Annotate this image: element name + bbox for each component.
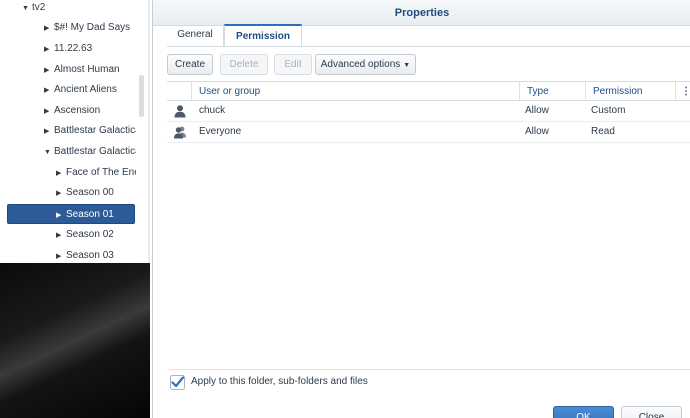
tree-item-label: $#! My Dad Says bbox=[54, 22, 131, 33]
expand-caret-icon[interactable]: ▶ bbox=[56, 184, 66, 203]
expand-caret-icon[interactable]: ▶ bbox=[44, 102, 54, 121]
cell-user: Everyone bbox=[199, 126, 242, 137]
tab-permission[interactable]: Permission bbox=[224, 24, 302, 47]
tree-item-label: Season 03 bbox=[66, 250, 114, 261]
tree-item-label: Face of The Ener bbox=[66, 167, 144, 178]
close-button[interactable]: Close bbox=[621, 406, 682, 418]
ok-button[interactable]: OK bbox=[553, 406, 614, 418]
column-header-user-or-group[interactable]: User or group bbox=[191, 82, 521, 101]
tree-item-ancient-aliens[interactable]: ▶ Ancient Aliens bbox=[44, 80, 117, 100]
edit-button[interactable]: Edit bbox=[274, 54, 312, 75]
expand-caret-icon[interactable]: ▶ bbox=[56, 164, 66, 183]
tree-item-label: Battlestar Galactica ( bbox=[54, 146, 147, 157]
group-icon bbox=[174, 126, 186, 139]
tree-item-ascension[interactable]: ▶ Ascension bbox=[44, 101, 100, 121]
collapse-caret-icon[interactable]: ▼ bbox=[44, 143, 54, 162]
tree-item-battlestar-galactica[interactable]: ▶ Battlestar Galactica bbox=[44, 121, 141, 141]
tree-item-face-of-the-enemy[interactable]: ▶ Face of The Ener bbox=[56, 163, 143, 183]
expand-caret-icon[interactable]: ▶ bbox=[44, 122, 54, 141]
tree-scrollbar-track[interactable] bbox=[136, 0, 148, 263]
expand-caret-icon[interactable]: ▶ bbox=[44, 61, 54, 80]
table-row[interactable]: Everyone Allow Read bbox=[167, 122, 690, 143]
tree-item-label: Ascension bbox=[54, 105, 101, 116]
table-row[interactable]: chuck Allow Custom bbox=[167, 101, 690, 122]
tree-item-label: Season 00 bbox=[66, 187, 114, 198]
desktop-background bbox=[0, 263, 150, 418]
create-button[interactable]: Create bbox=[167, 54, 213, 75]
column-header-permission[interactable]: Permission bbox=[585, 82, 675, 101]
tab-general[interactable]: General bbox=[167, 24, 224, 47]
tab-divider bbox=[167, 46, 690, 47]
dialog-title: Properties bbox=[153, 0, 690, 26]
expand-caret-icon[interactable]: ▶ bbox=[44, 81, 54, 100]
advanced-options-label: Advanced options bbox=[320, 59, 401, 70]
cell-permission: Read bbox=[591, 126, 615, 137]
tree-item-season-01[interactable]: ▶ Season 01 bbox=[7, 204, 135, 224]
apply-option: Apply to this folder, sub-folders and fi… bbox=[167, 369, 690, 395]
panel-divider bbox=[148, 0, 150, 263]
tree-item-battlestar-galactica-2[interactable]: ▼ Battlestar Galactica ( bbox=[44, 142, 147, 162]
collapse-caret-icon[interactable]: ▼ bbox=[22, 0, 32, 18]
tree-item-label: 11.22.63 bbox=[54, 43, 93, 54]
tree-item-label: Season 01 bbox=[66, 209, 114, 220]
tree-item-season-00[interactable]: ▶ Season 00 bbox=[56, 183, 114, 203]
column-header-type[interactable]: Type bbox=[519, 82, 585, 101]
tree-item-season-02[interactable]: ▶ Season 02 bbox=[56, 225, 114, 245]
tree-item-my-dad-says[interactable]: ▶ $#! My Dad Says bbox=[44, 18, 130, 38]
advanced-options-button[interactable]: Advanced options ▼ bbox=[315, 54, 416, 75]
cell-type: Allow bbox=[525, 105, 549, 116]
user-icon bbox=[174, 105, 186, 118]
tree-item-label: Almost Human bbox=[54, 64, 120, 75]
file-tree-panel: ▼ tv2 ▶ $#! My Dad Says ▶ 11.22.63 ▶ Almost … bbox=[0, 0, 150, 418]
cell-user: chuck bbox=[199, 105, 226, 116]
tree-item-11-22-63[interactable]: ▶ 11.22.63 bbox=[44, 39, 92, 59]
cell-type: Allow bbox=[525, 126, 549, 137]
column-menu-icon[interactable]: ⋮ bbox=[675, 82, 690, 101]
properties-dialog: Properties General Permission Create Del… bbox=[152, 0, 690, 418]
apply-checkbox[interactable] bbox=[170, 375, 185, 390]
tree-item-label: Season 02 bbox=[66, 229, 114, 240]
dropdown-caret-icon: ▼ bbox=[403, 62, 411, 69]
table-header: User or group Type Permission ⋮ bbox=[167, 81, 690, 101]
tree-item-label: tv2 bbox=[32, 2, 46, 13]
expand-caret-icon[interactable]: ▶ bbox=[56, 206, 66, 223]
apply-label[interactable]: Apply to this folder, sub-folders and fi… bbox=[191, 376, 368, 387]
expand-caret-icon[interactable]: ▶ bbox=[44, 40, 54, 59]
tree-scrollbar-thumb[interactable] bbox=[139, 75, 144, 117]
tree-item-almost-human[interactable]: ▶ Almost Human bbox=[44, 60, 120, 80]
tree-item-label: Battlestar Galactica bbox=[54, 125, 141, 136]
delete-button[interactable]: Delete bbox=[220, 54, 268, 75]
expand-caret-icon[interactable]: ▶ bbox=[44, 19, 54, 38]
tree-item-label: Ancient Aliens bbox=[54, 84, 117, 95]
folder-tree: ▼ tv2 ▶ $#! My Dad Says ▶ 11.22.63 ▶ Almost … bbox=[0, 0, 150, 263]
expand-caret-icon[interactable]: ▶ bbox=[56, 226, 66, 245]
cell-permission: Custom bbox=[591, 105, 626, 116]
tree-item-tv2[interactable]: ▼ tv2 bbox=[22, 0, 45, 18]
